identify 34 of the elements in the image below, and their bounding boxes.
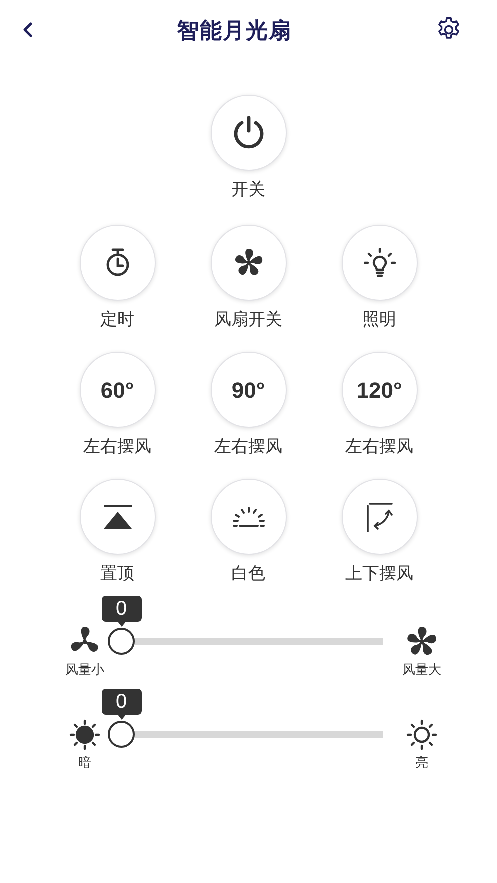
slider-min-label: 暗	[78, 754, 92, 772]
slider-min-label: 风量小	[66, 661, 104, 679]
control-label: 左右摆风	[84, 436, 152, 458]
control-label: 左右摆风	[346, 436, 414, 458]
value-tooltip: 0	[102, 596, 142, 627]
sun-icon	[406, 718, 438, 750]
slider-max-label: 亮	[416, 754, 428, 772]
control-label: 置顶	[100, 563, 134, 585]
power-icon	[232, 115, 266, 151]
slider-thumb[interactable]	[108, 720, 135, 748]
triangle-up-icon	[102, 504, 132, 530]
control-button[interactable]: 60°	[80, 352, 156, 428]
angle-value: 90°	[232, 376, 266, 404]
angle-value: 60°	[100, 376, 134, 404]
control-button[interactable]: 120°	[342, 352, 418, 428]
control-label: 风扇开关	[214, 309, 282, 331]
back-icon[interactable]	[22, 21, 34, 39]
slider-max-label: 风量大	[402, 661, 442, 679]
control-label: 左右摆风	[214, 436, 282, 458]
light-bulb-icon	[364, 248, 396, 278]
control-label: 照明	[362, 309, 396, 331]
slider-thumb[interactable]	[108, 628, 135, 655]
control-label: 开关	[232, 179, 266, 201]
control-button[interactable]: 90°	[210, 352, 286, 428]
control-label: 定时	[100, 309, 134, 331]
value-tooltip: 0	[102, 688, 142, 720]
control-label: 上下摆风	[346, 563, 414, 585]
sunrise-icon	[232, 506, 266, 528]
stopwatch-icon	[104, 248, 130, 278]
sun-icon	[69, 718, 101, 750]
swing-arrow-icon	[366, 502, 394, 532]
control-label: 白色	[232, 563, 266, 585]
page-title: 智能月光扇	[177, 16, 292, 44]
angle-value: 120°	[356, 376, 402, 404]
